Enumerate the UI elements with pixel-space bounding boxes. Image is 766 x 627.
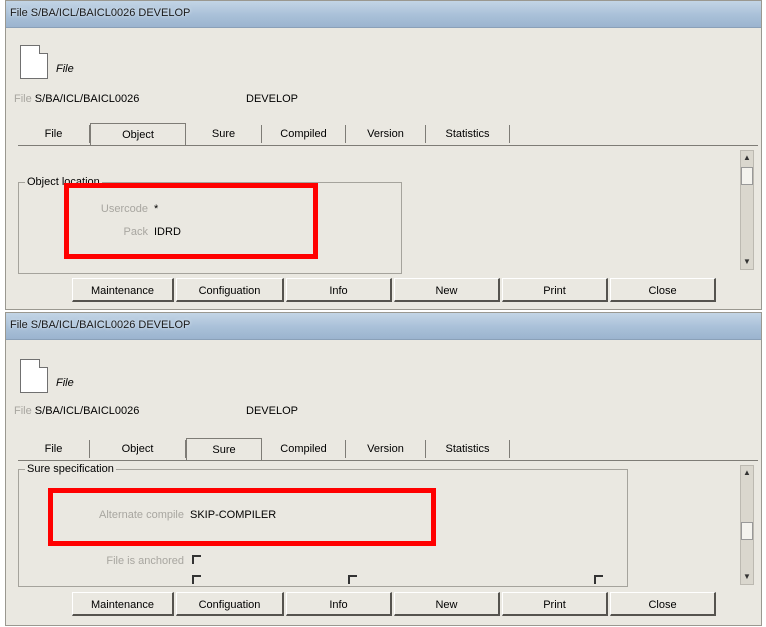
tab-compiled[interactable]: Compiled — [262, 440, 346, 458]
vertical-scrollbar[interactable]: ▲ ▼ — [740, 150, 754, 270]
file-icon — [20, 45, 48, 79]
option-checkbox[interactable] — [594, 575, 603, 584]
file-window-sure: File S/BA/ICL/BAICL0026 DEVELOP File Fil… — [5, 312, 762, 626]
new-button[interactable]: New — [394, 592, 500, 616]
scroll-thumb[interactable] — [741, 167, 753, 185]
status-develop: DEVELOP — [246, 405, 298, 417]
close-button[interactable]: Close — [610, 278, 716, 302]
title-bar[interactable]: File S/BA/ICL/BAICL0026 DEVELOP — [6, 1, 761, 28]
window-title: File S/BA/ICL/BAICL0026 DEVELOP — [10, 319, 191, 331]
tab-object[interactable]: Object — [90, 440, 186, 458]
file-path-row: File S/BA/ICL/BAICL0026 — [14, 405, 139, 417]
scroll-down-icon[interactable]: ▼ — [741, 255, 753, 269]
tab-compiled[interactable]: Compiled — [262, 125, 346, 143]
vertical-scrollbar[interactable]: ▲ ▼ — [740, 465, 754, 585]
button-row: Maintenance Configuation Info New Print … — [6, 589, 761, 619]
new-button[interactable]: New — [394, 278, 500, 302]
print-button[interactable]: Print — [502, 278, 608, 302]
file-icon — [20, 359, 48, 393]
title-bar[interactable]: File S/BA/ICL/BAICL0026 DEVELOP — [6, 313, 761, 340]
tab-statistics[interactable]: Statistics — [426, 125, 510, 143]
scroll-down-icon[interactable]: ▼ — [741, 570, 753, 584]
tab-version[interactable]: Version — [346, 440, 426, 458]
option-checkbox[interactable] — [192, 575, 201, 584]
maintenance-button[interactable]: Maintenance — [72, 592, 174, 616]
option-checkbox[interactable] — [348, 575, 357, 584]
configuation-button[interactable]: Configuation — [176, 592, 284, 616]
scroll-thumb[interactable] — [741, 522, 753, 540]
status-develop: DEVELOP — [246, 93, 298, 105]
tab-version[interactable]: Version — [346, 125, 426, 143]
file-is-anchored-label: File is anchored — [106, 555, 184, 567]
maintenance-button[interactable]: Maintenance — [72, 278, 174, 302]
file-path-row: File S/BA/ICL/BAICL0026 — [14, 93, 139, 105]
info-button[interactable]: Info — [286, 592, 392, 616]
file-path: S/BA/ICL/BAICL0026 — [34, 93, 140, 105]
file-path: S/BA/ICL/BAICL0026 — [34, 405, 140, 417]
tab-sure[interactable]: Sure — [186, 438, 262, 460]
file-is-anchored-checkbox[interactable] — [192, 555, 201, 564]
file-window-object: File S/BA/ICL/BAICL0026 DEVELOP File Fil… — [5, 0, 762, 310]
file-label: File — [56, 63, 74, 75]
print-button[interactable]: Print — [502, 592, 608, 616]
configuation-button[interactable]: Configuation — [176, 278, 284, 302]
tab-sure[interactable]: Sure — [186, 125, 262, 143]
tab-statistics[interactable]: Statistics — [426, 440, 510, 458]
group-title: Sure specification — [25, 463, 116, 475]
tab-object[interactable]: Object — [90, 123, 186, 145]
info-button[interactable]: Info — [286, 278, 392, 302]
highlight-box — [64, 183, 318, 259]
tab-file[interactable]: File — [18, 125, 90, 143]
button-row: Maintenance Configuation Info New Print … — [6, 275, 761, 305]
path-prefix: File — [14, 93, 32, 105]
scroll-up-icon[interactable]: ▲ — [741, 466, 753, 480]
path-prefix: File — [14, 405, 32, 417]
window-title: File S/BA/ICL/BAICL0026 DEVELOP — [10, 7, 191, 19]
highlight-box — [48, 488, 436, 546]
close-button[interactable]: Close — [610, 592, 716, 616]
file-label: File — [56, 377, 74, 389]
tab-file[interactable]: File — [18, 440, 90, 458]
scroll-up-icon[interactable]: ▲ — [741, 151, 753, 165]
